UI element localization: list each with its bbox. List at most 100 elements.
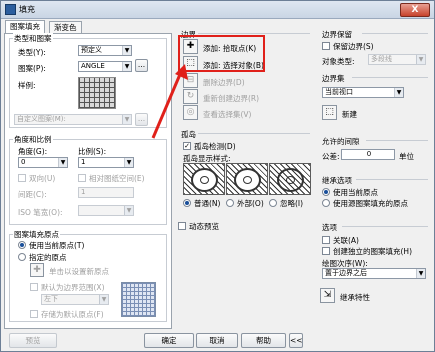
new-set-icon[interactable]: ⬚ — [322, 105, 337, 120]
retain-separator — [362, 33, 428, 34]
pattern-select[interactable]: ANGLE ▼ — [78, 61, 132, 72]
tolerance-input[interactable]: 0 — [341, 149, 395, 160]
store-default-checkbox[interactable] — [30, 310, 38, 318]
chevron-down-icon: ▼ — [394, 88, 403, 97]
double-label: 双向(U) — [29, 174, 56, 183]
chevron-down-icon: ▼ — [124, 158, 133, 167]
separate-hatch-label: 创建独立的图案填充(H) — [333, 247, 412, 256]
new-set-label[interactable]: 新建 — [342, 109, 357, 120]
custom-pattern-label: 自定义图案(M): — [17, 115, 66, 123]
remove-boundary-label[interactable]: 删除边界(D) — [203, 77, 245, 88]
scale-select[interactable]: 1 ▼ — [78, 157, 134, 168]
click-set-origin-label: 单击以设置新原点 — [49, 267, 109, 276]
tolerance-value: 0 — [366, 150, 372, 158]
chevron-down-icon: ▼ — [122, 46, 131, 55]
spacing-label: 间距(C): — [18, 190, 47, 199]
inherit-source-radio[interactable] — [322, 199, 330, 207]
inherit-properties-label[interactable]: 继承特性 — [340, 292, 370, 303]
type-select[interactable]: 预定义 ▼ — [78, 45, 132, 56]
boundary-set-separator — [352, 77, 428, 78]
associative-checkbox[interactable] — [322, 236, 330, 244]
island-title: 孤岛 — [181, 130, 196, 139]
default-extent-checkbox[interactable] — [30, 283, 38, 291]
island-ignore-preview[interactable] — [269, 163, 311, 195]
custom-browse-button[interactable]: ... — [135, 113, 148, 126]
angle-label: 角度(G): — [18, 147, 48, 156]
island-outer-radio[interactable] — [226, 199, 234, 207]
app-icon — [5, 4, 16, 15]
object-type-value: 多段线 — [371, 55, 392, 63]
island-outer-preview[interactable] — [226, 163, 268, 195]
object-type-select[interactable]: 多段线 ▼ — [368, 54, 426, 65]
associative-label: 关联(A) — [333, 236, 359, 245]
dynamic-preview-checkbox[interactable] — [178, 222, 186, 230]
preview-button[interactable]: 预览 — [9, 333, 57, 348]
island-ignore-radio[interactable] — [269, 199, 277, 207]
ok-button[interactable]: 确定 — [144, 333, 194, 348]
boundary-separator — [198, 33, 310, 34]
title-bar[interactable]: 填充 X — [1, 1, 434, 19]
click-set-origin-icon[interactable]: ✚ — [30, 263, 44, 277]
extent-value: 左下 — [44, 295, 58, 303]
cancel-button[interactable]: 取消 — [196, 333, 238, 348]
island-ignore-label: 忽略(I) — [280, 199, 304, 208]
draw-order-select[interactable]: 置于边界之后 ▼ — [322, 268, 426, 279]
options-title: 选项 — [322, 223, 337, 232]
window-title: 填充 — [19, 5, 35, 14]
unit-label: 单位 — [399, 152, 414, 161]
chevron-down-icon: ▼ — [122, 115, 131, 124]
island-detect-checkbox[interactable]: ✓ — [183, 142, 191, 150]
inherit-separator — [356, 179, 428, 180]
island-outer-label: 外部(O) — [237, 199, 264, 208]
gap-separator — [366, 140, 428, 141]
retain-boundary-checkbox[interactable] — [322, 42, 330, 50]
separate-hatch-checkbox[interactable] — [322, 247, 330, 255]
inherit-properties-icon[interactable]: ⇲ — [320, 288, 335, 303]
boundary-set-select[interactable]: 当前视口 ▼ — [322, 87, 404, 98]
pattern-swatch[interactable] — [78, 77, 116, 109]
highlight-box — [178, 35, 265, 72]
help-button[interactable]: 帮助 — [241, 333, 286, 348]
chevron-down-icon: ▼ — [122, 62, 131, 71]
retain-title: 边界保留 — [322, 30, 352, 39]
iso-width-select[interactable]: ▼ — [78, 205, 134, 216]
recreate-boundary-label[interactable]: 重新创建边界(R) — [203, 93, 259, 104]
extent-select[interactable]: 左下 ▼ — [41, 294, 109, 305]
swatch-label: 样例: — [18, 81, 36, 90]
pattern-value: ANGLE — [81, 62, 105, 70]
draw-order-value: 置于边界之后 — [325, 269, 367, 277]
pattern-browse-button[interactable]: ... — [135, 59, 148, 72]
inherit-current-radio[interactable] — [322, 188, 330, 196]
angle-select[interactable]: 0 ▼ — [18, 157, 68, 168]
use-current-origin-radio[interactable] — [18, 241, 26, 249]
island-normal-radio[interactable] — [183, 199, 191, 207]
boundary-set-value: 当前视口 — [325, 88, 353, 96]
origin-preview — [121, 282, 156, 317]
close-button[interactable]: X — [400, 3, 430, 17]
origin-title: 图案填充原点 — [13, 229, 60, 240]
relative-paper-checkbox[interactable] — [78, 174, 86, 182]
angle-scale-title: 角度和比例 — [13, 134, 53, 145]
island-detect-label: 孤岛检测(D) — [194, 142, 236, 151]
double-checkbox[interactable] — [18, 174, 26, 182]
spacing-input[interactable]: 1 — [78, 187, 134, 198]
type-label: 类型(Y): — [18, 48, 46, 57]
tab-hatch[interactable]: 图案填充 — [5, 20, 45, 34]
inherit-title: 继承选项 — [322, 176, 352, 185]
boundary-set-title: 边界集 — [322, 74, 345, 83]
default-extent-label: 默认为边界范围(X) — [41, 283, 105, 292]
view-selection-label[interactable]: 查看选择集(V) — [203, 109, 251, 120]
angle-value: 0 — [21, 158, 26, 166]
chevron-down-icon: ▼ — [416, 269, 425, 278]
specified-origin-radio[interactable] — [18, 253, 26, 261]
chevron-down-icon: ▼ — [124, 206, 133, 215]
custom-pattern-select[interactable]: 自定义图案(M): ▼ — [14, 114, 132, 125]
chevron-down-icon: ▼ — [99, 295, 108, 304]
gap-title: 允许的间隙 — [322, 137, 360, 146]
island-separator — [198, 133, 310, 134]
iso-width-label: ISO 笔宽(O): — [18, 208, 63, 217]
more-options-button[interactable]: << — [289, 333, 303, 348]
options-separator — [342, 226, 428, 227]
type-value: 预定义 — [81, 46, 102, 54]
island-normal-preview[interactable] — [183, 163, 225, 195]
